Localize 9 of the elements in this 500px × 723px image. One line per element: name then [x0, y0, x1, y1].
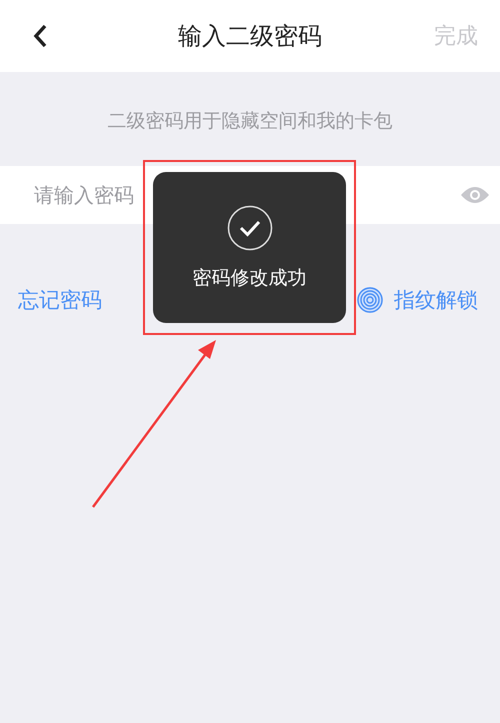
check-circle-icon — [226, 204, 272, 250]
password-input[interactable]: 请输入密码 — [32, 182, 460, 208]
hint-text: 二级密码用于隐藏空间和我的卡包 — [108, 110, 392, 132]
fingerprint-unlock-link[interactable]: 指纹解锁 — [394, 286, 478, 314]
forgot-password-link[interactable]: 忘记密码 — [18, 286, 102, 314]
eye-icon[interactable] — [460, 185, 490, 205]
toast-message: 密码修改成功 — [192, 266, 306, 290]
page-title: 输入二级密码 — [178, 22, 322, 50]
fingerprint-icon[interactable] — [356, 286, 384, 314]
